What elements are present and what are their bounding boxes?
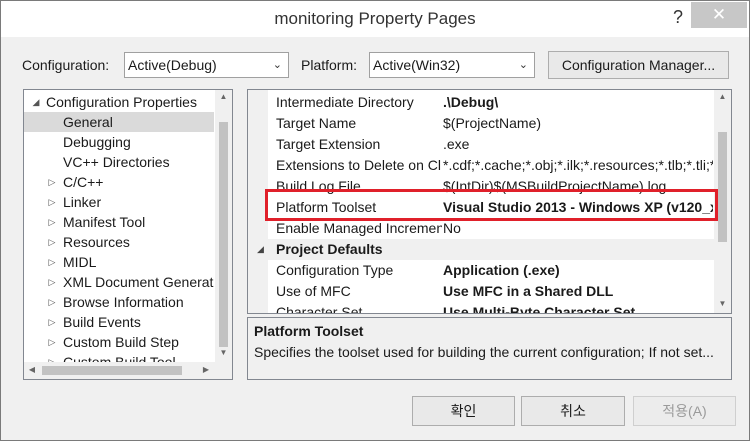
collapsed-triangle-icon[interactable]: ▷ xyxy=(46,292,58,312)
tree-item-c-cpp[interactable]: ▷ C/C++ xyxy=(24,172,214,192)
collapsed-triangle-icon[interactable]: ▷ xyxy=(46,272,58,292)
scroll-up-icon[interactable]: ▲ xyxy=(215,92,232,101)
expanded-triangle-icon[interactable]: ◢ xyxy=(257,239,264,260)
property-value[interactable]: *.cdf;*.cache;*.obj;*.ilk;*.resources;*.… xyxy=(443,155,713,176)
chevron-down-icon: ⌄ xyxy=(518,59,528,71)
property-name: Enable Managed Incremen xyxy=(276,220,442,236)
collapsed-triangle-icon[interactable]: ▷ xyxy=(46,172,58,192)
tree-item-configuration-properties[interactable]: ◢ Configuration Properties xyxy=(24,92,214,112)
tree-item-label: Linker xyxy=(63,194,102,210)
title-bar: monitoring Property Pages ? ✕ xyxy=(1,1,749,37)
collapsed-triangle-icon[interactable]: ▷ xyxy=(46,312,58,332)
configuration-dropdown[interactable]: Active(Debug) ⌄ xyxy=(124,52,289,78)
property-value[interactable]: .\Debug\ xyxy=(443,92,713,113)
property-value[interactable]: $(ProjectName) xyxy=(443,113,713,134)
description-title: Platform Toolset xyxy=(254,323,364,339)
tree-item-build-events[interactable]: ▷ Build Events xyxy=(24,312,214,332)
tree-item-label: Resources xyxy=(63,234,130,250)
tree-item-label: Manifest Tool xyxy=(63,214,146,230)
property-name: Target Extension xyxy=(276,136,381,152)
property-row-target-extension[interactable]: Target Extension .exe xyxy=(248,134,714,155)
tree-horizontal-scrollbar[interactable]: ◀ ▶ xyxy=(24,362,232,379)
description-text: Specifies the toolset used for building … xyxy=(254,344,714,360)
property-row-use-of-mfc[interactable]: Use of MFC Use MFC in a Shared DLL xyxy=(248,281,714,302)
apply-button[interactable]: 적용(A) xyxy=(633,396,736,426)
tree-vertical-scrollbar[interactable]: ▲ ▼ xyxy=(215,90,232,362)
property-pages-dialog: monitoring Property Pages ? ✕ Configurat… xyxy=(0,0,750,441)
property-name: Extensions to Delete on Cl xyxy=(276,157,441,173)
category-label: Project Defaults xyxy=(276,241,383,257)
ok-button[interactable]: 확인 xyxy=(412,396,515,426)
platform-dropdown[interactable]: Active(Win32) ⌄ xyxy=(369,52,535,78)
property-category-project-defaults[interactable]: ◢ Project Defaults xyxy=(248,239,714,260)
tree-item-label: Build Events xyxy=(63,314,141,330)
tree-item-linker[interactable]: ▷ Linker xyxy=(24,192,214,212)
tree-item-label: VC++ Directories xyxy=(63,154,170,170)
scroll-left-icon[interactable]: ◀ xyxy=(26,365,38,374)
tree-item-label: General xyxy=(63,114,113,130)
collapsed-triangle-icon[interactable]: ▷ xyxy=(46,252,58,272)
help-icon[interactable]: ? xyxy=(665,5,691,29)
tree-item-label: C/C++ xyxy=(63,174,104,190)
tree-item-label: XML Document Generat xyxy=(63,274,214,290)
property-value[interactable]: Use MFC in a Shared DLL xyxy=(443,281,713,302)
collapsed-triangle-icon[interactable]: ▷ xyxy=(46,192,58,212)
configuration-label: Configuration: xyxy=(22,57,110,73)
close-icon[interactable]: ✕ xyxy=(691,2,747,28)
property-name: Character Set xyxy=(276,304,363,314)
property-name: Intermediate Directory xyxy=(276,94,414,110)
scroll-down-icon[interactable]: ▼ xyxy=(215,348,232,357)
tree-item-midl[interactable]: ▷ MIDL xyxy=(24,252,214,272)
collapsed-triangle-icon[interactable]: ▷ xyxy=(46,232,58,252)
configuration-manager-button[interactable]: Configuration Manager... xyxy=(548,51,729,79)
property-name: Use of MFC xyxy=(276,283,351,299)
property-row-intermediate-directory[interactable]: Intermediate Directory .\Debug\ xyxy=(248,92,714,113)
property-row-enable-managed-incremental[interactable]: Enable Managed Incremen No xyxy=(248,218,714,239)
tree-item-general[interactable]: General xyxy=(24,112,214,132)
tree-item-label: Debugging xyxy=(63,134,131,150)
window-title: monitoring Property Pages xyxy=(274,9,476,28)
tree-item-xml-document-generator[interactable]: ▷ XML Document Generat xyxy=(24,272,214,292)
collapsed-triangle-icon[interactable]: ▷ xyxy=(46,212,58,232)
configuration-value: Active(Debug) xyxy=(128,57,217,73)
tree-item-custom-build-step[interactable]: ▷ Custom Build Step xyxy=(24,332,214,352)
property-tree: ◢ Configuration Properties General Debug… xyxy=(23,89,233,380)
tree-item-manifest-tool[interactable]: ▷ Manifest Tool xyxy=(24,212,214,232)
property-row-configuration-type[interactable]: Configuration Type Application (.exe) xyxy=(248,260,714,281)
platform-label: Platform: xyxy=(301,57,358,73)
tree-hscroll-thumb[interactable] xyxy=(42,366,182,375)
property-value[interactable]: Use Multi-Byte Character Set xyxy=(443,302,713,313)
description-panel: Platform Toolset Specifies the toolset u… xyxy=(247,317,732,380)
cancel-button[interactable]: 취소 xyxy=(521,396,625,426)
collapsed-triangle-icon[interactable]: ▷ xyxy=(46,332,58,352)
highlight-annotation-box xyxy=(265,189,718,221)
tree-item-label: Configuration Properties xyxy=(46,94,197,110)
property-row-extensions-to-delete[interactable]: Extensions to Delete on Cl *.cdf;*.cache… xyxy=(248,155,714,176)
tree-item-vc-directories[interactable]: VC++ Directories xyxy=(24,152,214,172)
tree-item-debugging[interactable]: Debugging xyxy=(24,132,214,152)
property-value[interactable]: Application (.exe) xyxy=(443,260,713,281)
scroll-up-icon[interactable]: ▲ xyxy=(714,92,731,101)
tree-item-browse-information[interactable]: ▷ Browse Information xyxy=(24,292,214,312)
property-value[interactable]: No xyxy=(443,218,713,239)
tree-scroll-thumb[interactable] xyxy=(219,122,228,347)
property-name: Target Name xyxy=(276,115,357,131)
scroll-right-icon[interactable]: ▶ xyxy=(200,365,212,374)
tree-item-label: MIDL xyxy=(63,254,97,270)
tree-item-label: Custom Build Step xyxy=(63,334,179,350)
property-row-character-set[interactable]: Character Set Use Multi-Byte Character S… xyxy=(248,302,714,314)
property-value[interactable]: .exe xyxy=(443,134,713,155)
grid-scroll-thumb[interactable] xyxy=(718,132,727,242)
property-row-target-name[interactable]: Target Name $(ProjectName) xyxy=(248,113,714,134)
tree-item-label: Browse Information xyxy=(63,294,184,310)
platform-value: Active(Win32) xyxy=(373,57,461,73)
scroll-down-icon[interactable]: ▼ xyxy=(714,299,731,308)
property-name: Configuration Type xyxy=(276,262,394,278)
tree-item-resources[interactable]: ▷ Resources xyxy=(24,232,214,252)
chevron-down-icon: ⌄ xyxy=(272,59,282,71)
expanded-triangle-icon[interactable]: ◢ xyxy=(30,92,42,112)
